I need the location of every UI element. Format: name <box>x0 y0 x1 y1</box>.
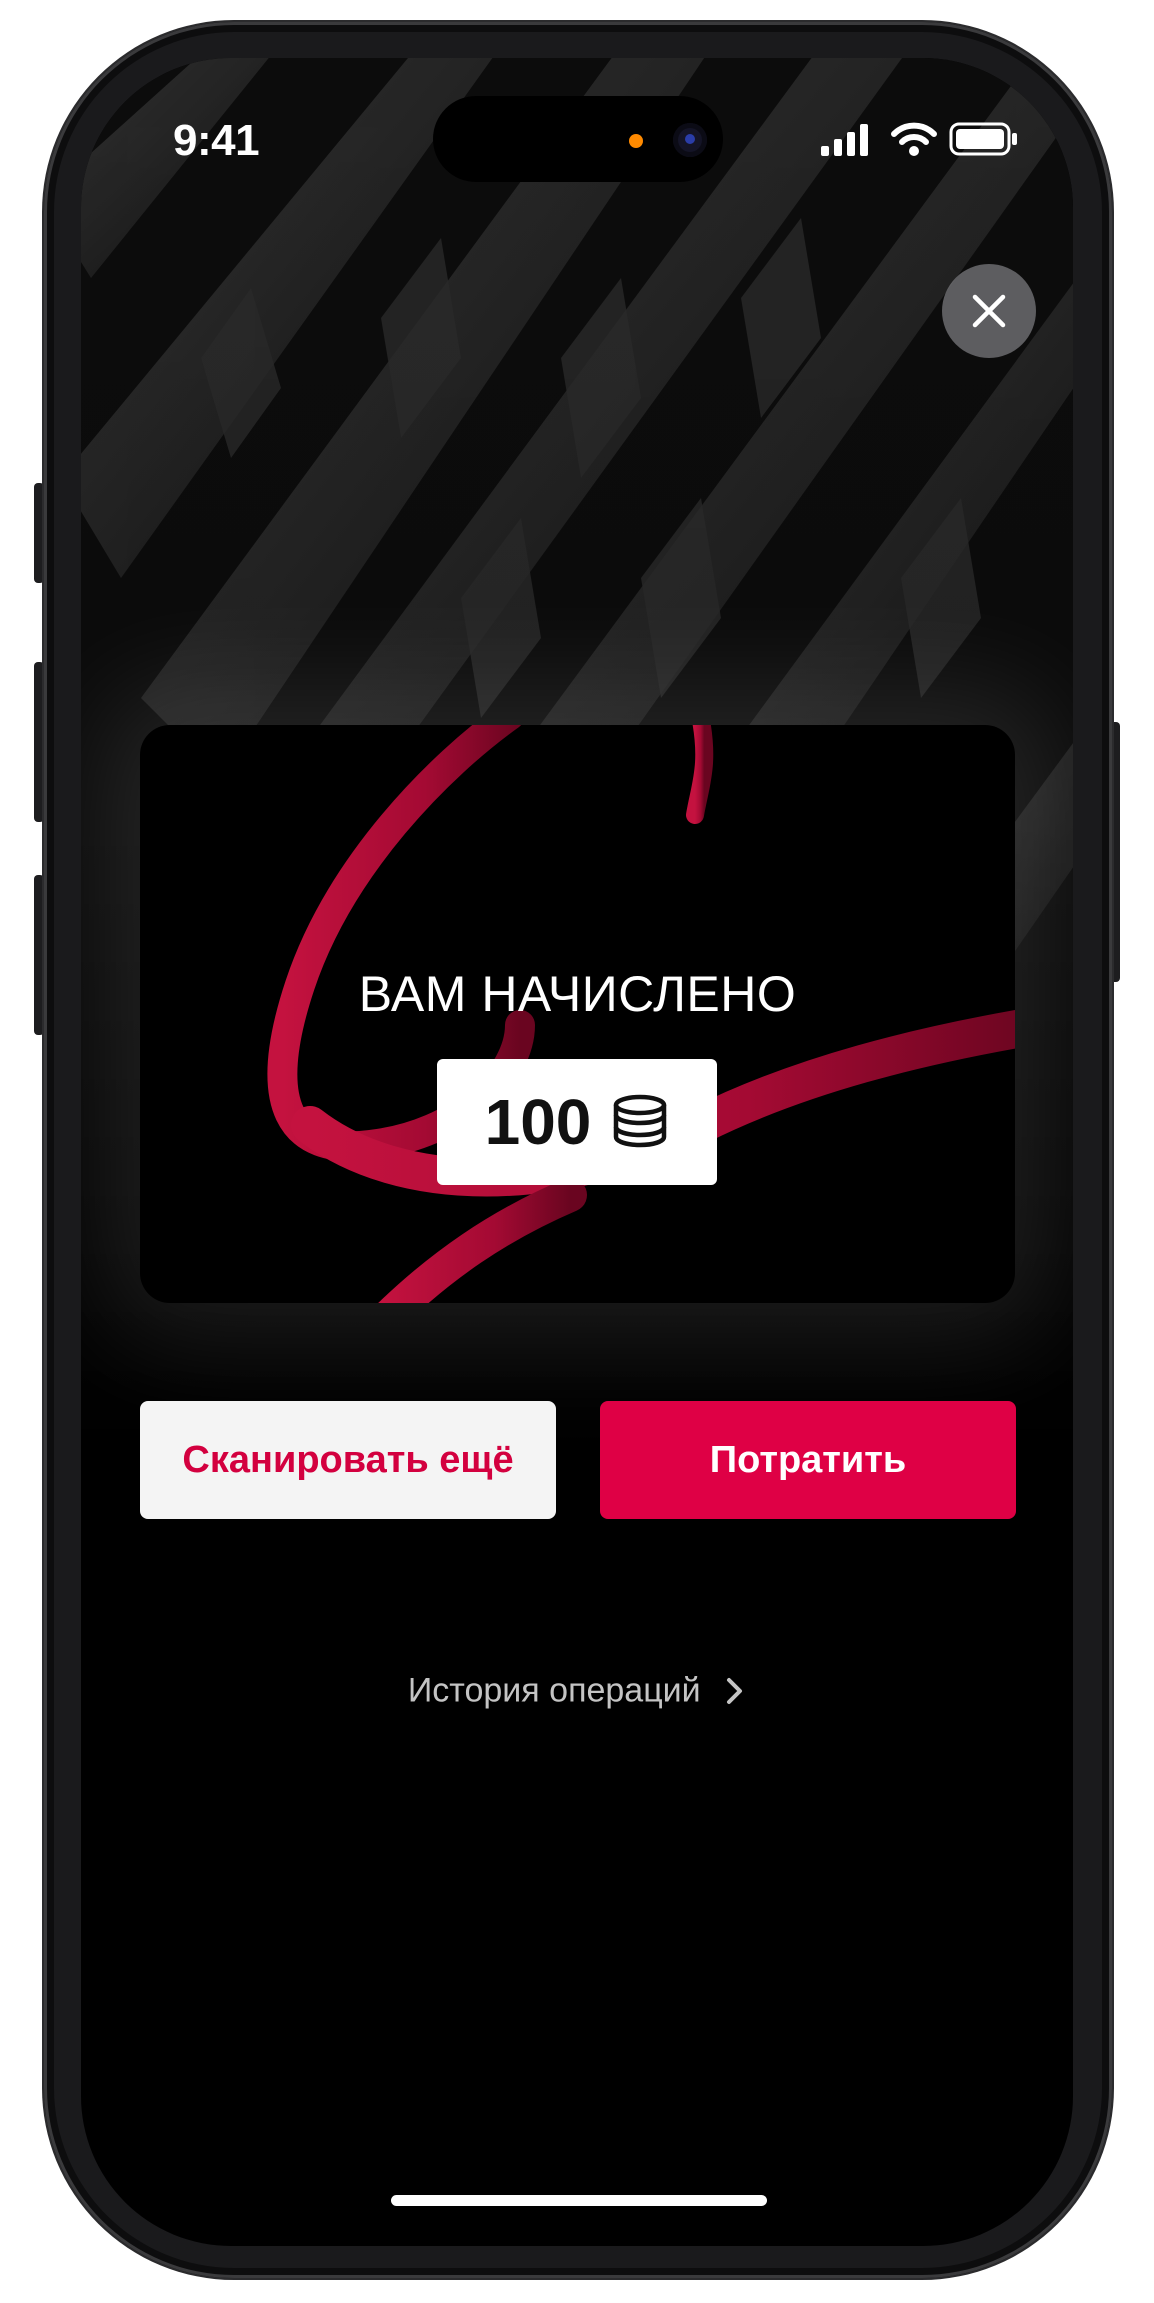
close-icon <box>972 294 1006 328</box>
wifi-icon <box>891 122 937 156</box>
volume-down-button <box>34 875 44 1035</box>
silent-switch <box>34 483 44 583</box>
volume-up-button <box>34 662 44 822</box>
close-button[interactable] <box>942 264 1036 358</box>
dynamic-island <box>433 96 723 182</box>
history-link-label: История операций <box>407 1671 701 1710</box>
chevron-right-icon <box>727 1678 743 1705</box>
reward-card: ВАМ НАЧИСЛЕНО 100 <box>140 725 1015 1303</box>
privacy-indicator <box>629 134 643 148</box>
status-icons <box>821 122 1021 162</box>
reward-headline: ВАМ НАЧИСЛЕНО <box>358 966 797 1022</box>
app-screen: 9:41 ВАМ НАЧИСЛЕНО 100 Сканировать ещё П… <box>81 58 1073 2246</box>
signal-icon <box>821 124 868 156</box>
home-indicator[interactable] <box>391 2195 767 2206</box>
coins-stack-icon <box>614 1094 667 1148</box>
reward-amount-box: 100 <box>437 1059 717 1185</box>
status-bar: 9:41 <box>81 58 1073 182</box>
front-camera <box>673 123 707 157</box>
scan-again-button[interactable]: Сканировать ещё <box>140 1401 556 1519</box>
reward-amount: 100 <box>484 1086 592 1158</box>
history-link[interactable]: История операций <box>81 1670 1073 1711</box>
battery-icon <box>949 122 1017 156</box>
spend-button[interactable]: Потратить <box>600 1401 1016 1519</box>
status-time: 9:41 <box>173 116 260 165</box>
